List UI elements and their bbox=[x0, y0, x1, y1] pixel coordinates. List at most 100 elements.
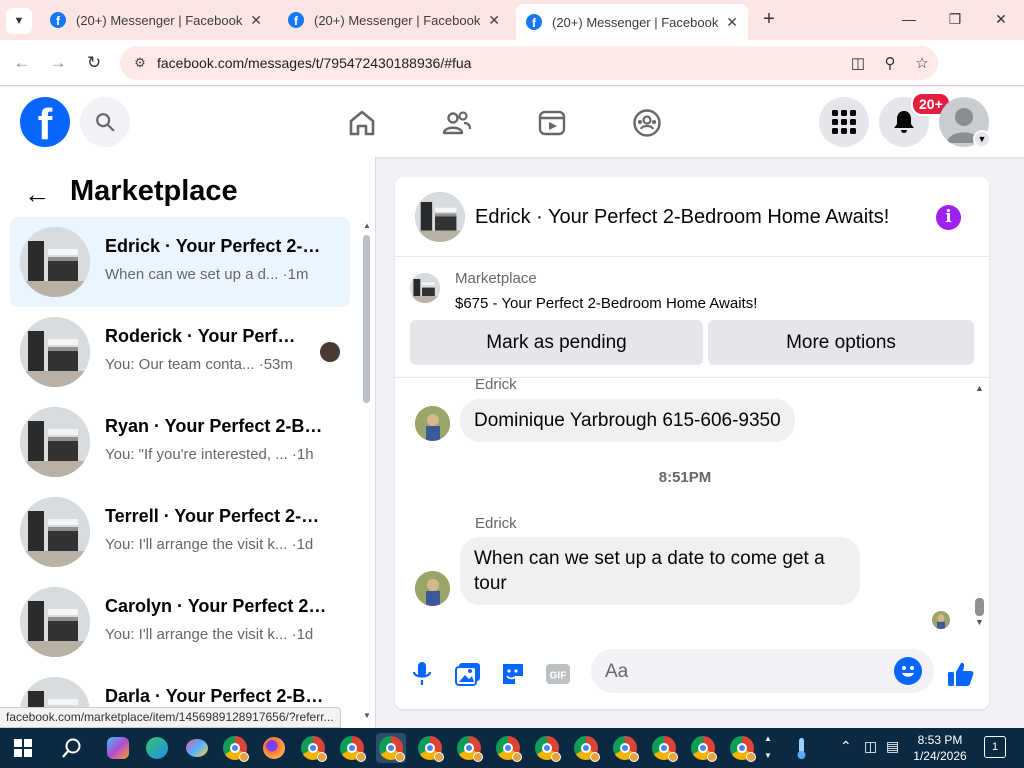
taskbar-clock[interactable]: 8:53 PM 1/24/2026 bbox=[908, 732, 972, 764]
info-icon[interactable]: i bbox=[936, 205, 961, 230]
mark-as-pending-button[interactable]: Mark as pending bbox=[410, 320, 703, 365]
restore-icon[interactable]: ❐ bbox=[940, 8, 970, 30]
chrome-taskbar-icon[interactable] bbox=[688, 733, 718, 763]
chrome-taskbar-icon[interactable] bbox=[415, 733, 445, 763]
chrome-taskbar-icon[interactable] bbox=[298, 733, 328, 763]
chrome-taskbar-icon[interactable] bbox=[610, 733, 640, 763]
network-icon[interactable]: ▤ bbox=[886, 738, 899, 755]
scroll-down-icon[interactable]: ▼ bbox=[363, 711, 371, 720]
svg-text:GIF: GIF bbox=[550, 671, 567, 682]
scroll-up-icon[interactable]: ▲ bbox=[363, 221, 371, 230]
snippet-text: You: "If you're interested, ... bbox=[105, 446, 288, 463]
browser-tab[interactable]: f (20+) Messenger | Facebook ✕ bbox=[278, 4, 510, 36]
conversation-item[interactable]: Terrell · Your Perfect 2-Bedroom Home Aw… bbox=[10, 487, 350, 577]
message-bubble[interactable]: Dominique Yarbrough 615-606-9350 bbox=[460, 399, 795, 442]
chrome-taskbar-icon[interactable] bbox=[493, 733, 523, 763]
firefox-icon[interactable] bbox=[259, 733, 289, 763]
conversation-item[interactable]: Ryan · Your Perfect 2-Bedroom Home Await… bbox=[10, 397, 350, 487]
snippet-time: ·1d bbox=[291, 626, 314, 643]
scrollbar-thumb[interactable] bbox=[363, 235, 370, 403]
listing-price-title[interactable]: $675 - Your Perfect 2-Bedroom Home Await… bbox=[455, 295, 757, 312]
chat-header: Edrick · Your Perfect 2-Bedroom Home Awa… bbox=[395, 177, 989, 257]
chrome-taskbar-icon-active[interactable] bbox=[376, 733, 406, 763]
sticker-icon bbox=[503, 664, 523, 684]
facebook-favicon-icon: f bbox=[288, 12, 304, 28]
tab-close-icon[interactable]: ✕ bbox=[488, 12, 500, 29]
tab-close-icon[interactable]: ✕ bbox=[250, 12, 262, 29]
grid-menu-icon bbox=[832, 110, 856, 134]
message-input[interactable]: Aa bbox=[591, 649, 934, 693]
chrome-taskbar-icon[interactable] bbox=[454, 733, 484, 763]
forward-arrow-icon[interactable]: → bbox=[47, 52, 69, 74]
listing-label: Marketplace bbox=[455, 270, 537, 287]
chrome-taskbar-icon[interactable] bbox=[571, 733, 601, 763]
back-arrow-icon[interactable]: ← bbox=[11, 52, 33, 74]
seen-avatar bbox=[320, 342, 340, 362]
chat-listing-thumbnail[interactable] bbox=[415, 192, 465, 242]
taskbar-overflow-chevrons-icon[interactable]: ▲ ▼ bbox=[764, 730, 772, 764]
menu-grid-button[interactable] bbox=[819, 97, 869, 147]
message-bubble[interactable]: When can we set up a date to come get a … bbox=[460, 537, 860, 605]
sender-avatar[interactable] bbox=[415, 406, 450, 441]
search-button[interactable] bbox=[80, 97, 130, 147]
home-nav-button[interactable] bbox=[340, 101, 384, 145]
conversation-item[interactable]: Roderick · Your Perfect 2-Bedroom Home A… bbox=[10, 307, 350, 397]
message-sender: Edrick bbox=[475, 376, 517, 393]
minimize-icon[interactable]: — bbox=[894, 8, 924, 30]
groups-nav-button[interactable] bbox=[625, 101, 669, 145]
chrome-taskbar-icon[interactable] bbox=[727, 733, 757, 763]
conversation-snippet: You: "If you're interested, ... ·1h bbox=[105, 446, 314, 463]
conversation-item[interactable]: Carolyn · Your Perfect 2-Bedroom Home Aw… bbox=[10, 577, 350, 667]
thumbs-up-icon bbox=[948, 662, 974, 686]
sticker-button[interactable] bbox=[496, 657, 530, 691]
emoji-icon[interactable] bbox=[894, 657, 922, 685]
new-tab-icon[interactable]: + bbox=[758, 8, 780, 30]
edge-browser-icon[interactable] bbox=[142, 733, 172, 763]
weather-widget-icon[interactable] bbox=[786, 733, 816, 763]
scroll-up-icon[interactable]: ▲ bbox=[975, 383, 984, 393]
attach-photo-button[interactable] bbox=[451, 657, 485, 691]
video-nav-button[interactable] bbox=[530, 101, 574, 145]
chrome-taskbar-icon[interactable] bbox=[220, 733, 250, 763]
browser-tab-active[interactable]: f (20+) Messenger | Facebook ✕ bbox=[516, 4, 748, 40]
back-arrow-icon[interactable]: ← bbox=[24, 179, 50, 210]
address-url[interactable]: facebook.com/messages/t/795472430188936/… bbox=[157, 55, 842, 71]
tab-search-button[interactable]: ▼ bbox=[6, 8, 32, 34]
more-options-button[interactable]: More options bbox=[708, 320, 974, 365]
chat-title[interactable]: Edrick · Your Perfect 2-Bedroom Home Awa… bbox=[475, 206, 915, 229]
taskbar-search-icon[interactable] bbox=[57, 733, 87, 763]
install-app-icon[interactable]: ◫ bbox=[842, 54, 874, 72]
address-bar[interactable]: ⚙ facebook.com/messages/t/79547243018893… bbox=[120, 46, 938, 80]
conversation-snippet: When can we set up a d... ·1m bbox=[105, 266, 308, 283]
like-button[interactable] bbox=[944, 657, 978, 691]
listing-thumbnail[interactable] bbox=[410, 273, 440, 303]
gif-button[interactable]: GIF bbox=[541, 657, 575, 691]
sender-avatar[interactable] bbox=[415, 571, 450, 606]
zoom-icon[interactable]: ⚲ bbox=[874, 54, 906, 72]
copilot-icon[interactable] bbox=[103, 733, 133, 763]
conversation-item[interactable]: Edrick · Your Perfect 2-Bedroom Home Awa… bbox=[10, 217, 350, 307]
chrome-taskbar-icon[interactable] bbox=[649, 733, 679, 763]
device-icon[interactable]: ◫ bbox=[864, 738, 877, 755]
bookmark-star-icon[interactable]: ☆ bbox=[906, 54, 938, 72]
chrome-taskbar-icon[interactable] bbox=[337, 733, 367, 763]
conversation-list-scrollbar[interactable]: ▲ ▼ bbox=[362, 221, 371, 720]
paint-app-icon[interactable] bbox=[182, 733, 212, 763]
reload-icon[interactable]: ↻ bbox=[83, 52, 105, 74]
chevron-down-icon[interactable]: ▼ bbox=[973, 130, 991, 148]
windows-start-icon[interactable] bbox=[8, 733, 38, 763]
video-icon bbox=[538, 110, 566, 136]
window-close-icon[interactable]: ✕ bbox=[986, 8, 1016, 30]
show-hidden-icons-chevron-icon[interactable]: ⌃ bbox=[840, 738, 852, 755]
scroll-down-icon[interactable]: ▼ bbox=[975, 617, 984, 627]
tab-close-icon[interactable]: ✕ bbox=[726, 14, 738, 31]
chrome-taskbar-icon[interactable] bbox=[532, 733, 562, 763]
site-settings-icon[interactable]: ⚙ bbox=[126, 55, 154, 71]
notification-center-icon[interactable]: 1 bbox=[984, 736, 1006, 758]
scrollbar-thumb[interactable] bbox=[975, 598, 984, 616]
facebook-logo-icon[interactable]: f bbox=[20, 97, 70, 147]
voice-clip-button[interactable] bbox=[405, 657, 439, 691]
conversation-name: Ryan · Your Perfect 2-Bedroom Home Await… bbox=[105, 416, 330, 436]
friends-nav-button[interactable] bbox=[435, 101, 479, 145]
browser-tab[interactable]: f (20+) Messenger | Facebook ✕ bbox=[40, 4, 272, 36]
